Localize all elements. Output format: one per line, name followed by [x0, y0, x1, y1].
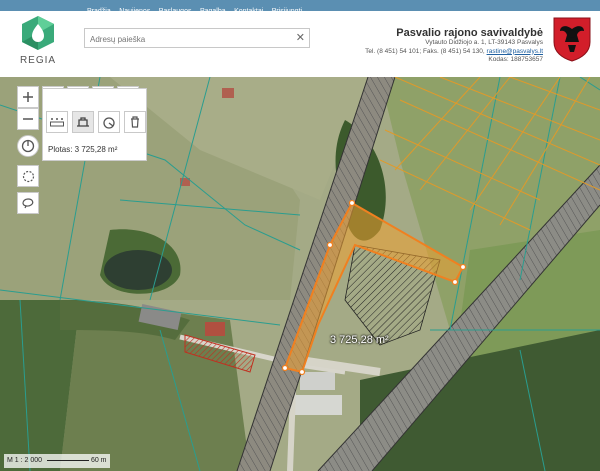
coat-of-arms-icon — [553, 17, 591, 62]
municipality-info: Pasvalio rajono savivaldybė Vytauto Didž… — [365, 27, 543, 65]
measure-settings-button[interactable] — [98, 111, 120, 133]
delete-measure-button[interactable] — [124, 111, 146, 133]
measure-toggle-button[interactable] — [17, 135, 39, 157]
municipality-address: Vytauto Didžiojo a. 1, LT-39143 Pasvalys — [425, 39, 543, 46]
municipality-code: Kodas: 188753657 — [488, 56, 543, 63]
scale-ratio: M 1 : 2 000 — [7, 457, 43, 464]
logo-text: REGIA — [19, 55, 57, 66]
measure-distance-button[interactable] — [46, 111, 68, 133]
measure-tool-panel: Plotas: 3 725,28 m² — [42, 88, 147, 161]
area-icon — [77, 117, 89, 127]
zoom-out-button[interactable] — [17, 108, 39, 130]
scale-line — [46, 459, 89, 461]
municipality-phone: Tel. (8 451) 54 101; Faks. (8 451) 54 13… — [365, 47, 485, 55]
map-scale: M 1 : 2 000 60 m — [4, 454, 110, 468]
clear-icon[interactable]: ✕ — [296, 32, 305, 44]
logo[interactable]: REGIA — [18, 15, 58, 66]
draw-freehand-button[interactable] — [17, 192, 39, 214]
regia-logo-icon — [22, 16, 54, 50]
measure-area-button[interactable] — [72, 111, 94, 133]
area-label: 3 725,28 m² — [330, 334, 389, 346]
plus-icon — [23, 92, 33, 102]
minus-icon — [23, 118, 33, 120]
address-search: ✕ — [84, 28, 310, 49]
lasso-icon — [22, 198, 34, 209]
scale-distance: 60 m — [90, 457, 107, 464]
compass-icon — [103, 117, 115, 129]
power-icon — [21, 139, 35, 153]
circle-draw-icon — [22, 170, 34, 183]
municipality-contacts: Tel. (8 451) 54 101; Faks. (8 451) 54 13… — [365, 48, 543, 57]
top-navigation: Pradžia Naujienos Paslaugos Pagalba Kont… — [0, 0, 600, 15]
municipality-name: Pasvalio rajono savivaldybė — [396, 27, 543, 39]
draw-circle-button[interactable] — [17, 165, 39, 187]
zoom-in-button[interactable] — [17, 86, 39, 108]
ruler-dots-icon — [50, 118, 64, 127]
address-search-input[interactable] — [85, 30, 290, 49]
trash-icon — [131, 116, 139, 128]
measure-result-text: Plotas: 3 725,28 m² — [48, 145, 118, 154]
municipality-email-link[interactable]: rastine@pasvalys.lt — [487, 48, 543, 55]
header: REGIA ✕ Pasvalio rajono savivaldybė Vyta… — [0, 11, 600, 78]
